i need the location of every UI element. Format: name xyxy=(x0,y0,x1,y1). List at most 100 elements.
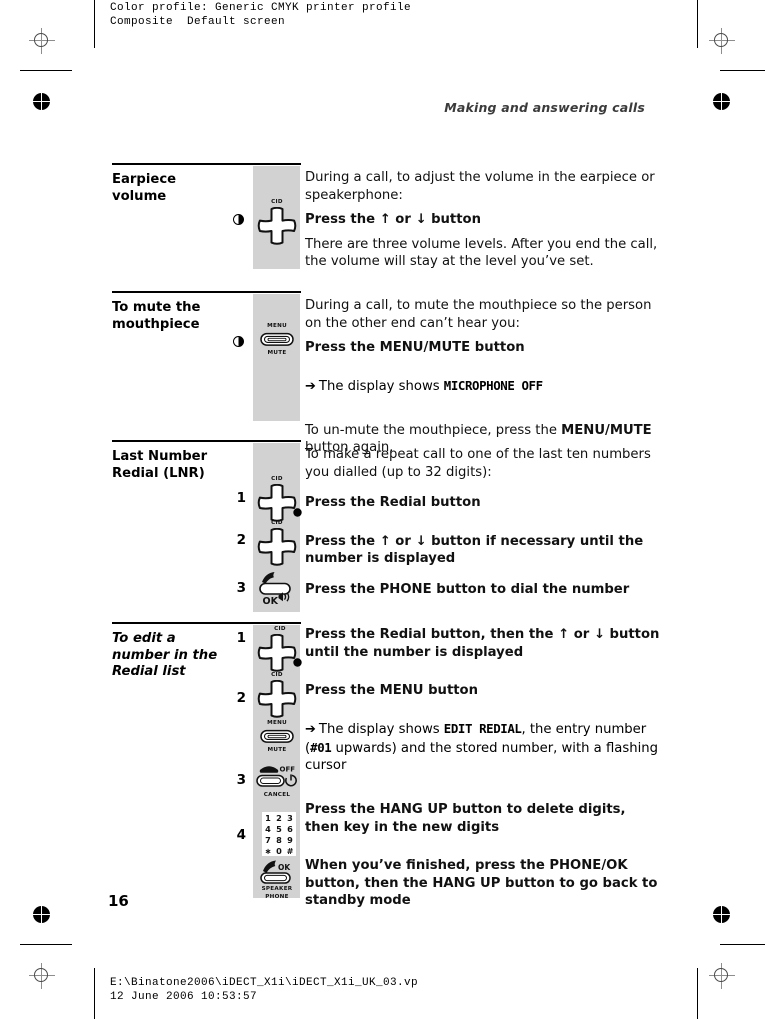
section-title: Earpiece volume xyxy=(112,172,177,204)
body-display-result: ➔ The display shows EDIT REDIAL, the entr… xyxy=(305,720,658,774)
nav-pad-cid-label: CID xyxy=(274,626,286,632)
trim-line-bottom-left xyxy=(20,944,72,946)
menu-mute-button-icon: MENU MUTE xyxy=(257,720,297,760)
key-name: MENU xyxy=(379,683,424,699)
body-intro: To make a repeat call to one of the last… xyxy=(305,447,651,480)
section-body: Press the Redial button, then the ↑ or ↓… xyxy=(305,626,664,910)
section-body: During a call, to adjust the volume in t… xyxy=(305,169,664,271)
section-edit-redial-number: To edit a number in the Redial list 1 2 … xyxy=(112,622,664,908)
step-number: 3 xyxy=(236,772,246,788)
step-number: 4 xyxy=(236,827,246,843)
step-number: 2 xyxy=(236,690,246,706)
body-instruction: Press the MENU/MUTE button xyxy=(305,340,525,356)
registration-mark-top-left xyxy=(29,28,55,54)
arrow-up-glyph: ↑ xyxy=(379,533,391,549)
arrow-up-glyph: ↑ xyxy=(558,627,570,642)
body-intro: During a call, to adjust the volume in t… xyxy=(305,170,655,203)
mute-label: MUTE xyxy=(267,350,287,356)
step-text: When you’ve finished, press the PHONE/OK… xyxy=(305,858,658,909)
key-name: HANG UP xyxy=(379,801,448,817)
svg-text:3: 3 xyxy=(287,813,293,823)
speaker-phone-button-icon: OK SPEAKER PHONE xyxy=(253,858,301,902)
svg-text:4: 4 xyxy=(265,824,271,834)
nav-pad-cid-label: CID xyxy=(271,520,283,526)
body-intro: During a call, to mute the mouthpiece so… xyxy=(305,298,652,331)
step-text: Press the Redial button, then the ↑ or ↓… xyxy=(305,627,660,660)
step-number: 2 xyxy=(236,532,246,548)
section-earpiece-volume: Earpiece volume CID During a call, to ad… xyxy=(112,163,664,269)
section-title: To mute the mouthpiece xyxy=(112,300,201,332)
arrow-right-icon: ➔ xyxy=(305,378,316,394)
step-number: 3 xyxy=(236,580,246,596)
svg-text:OK: OK xyxy=(278,863,291,872)
nav-pad-cid-label: CID xyxy=(271,199,283,205)
trim-line-left-bottom xyxy=(94,968,96,1019)
mute-label: MUTE xyxy=(267,747,287,753)
menu-label: MENU xyxy=(267,720,287,726)
arrow-down-glyph: ↓ xyxy=(415,533,427,549)
registration-dot-bottom-left xyxy=(33,906,50,923)
registration-mark-top-right xyxy=(709,28,735,54)
svg-text:OFF: OFF xyxy=(280,766,296,774)
body-note: There are three volume levels. After you… xyxy=(305,236,658,270)
nav-pad-cid-label: CID xyxy=(271,672,283,678)
svg-text:0: 0 xyxy=(276,846,282,856)
source-file-path-note: E:\Binatone2006\iDECT_X1i\iDECT_X1i_UK_0… xyxy=(110,977,419,1003)
numeric-keypad-icon: 123 456 789 ∗ 0 # xyxy=(262,812,296,856)
cancel-label: CANCEL xyxy=(263,792,291,798)
registration-dot-top-right xyxy=(713,93,730,110)
arrow-up-glyph: ↑ xyxy=(379,212,391,228)
svg-text:6: 6 xyxy=(287,824,293,834)
registration-dot-bottom-right xyxy=(713,906,730,923)
trim-line-bottom-right xyxy=(720,944,765,946)
arrow-right-icon: ➔ xyxy=(305,721,316,737)
section-mute-mouthpiece: To mute the mouthpiece MENU MUTE During … xyxy=(112,291,664,455)
svg-text:7: 7 xyxy=(265,835,271,845)
step-text: Press the MENU button xyxy=(305,683,479,699)
lcd-display-text: MICROPHONE OFF xyxy=(443,377,543,393)
speaker-label: SPEAKER xyxy=(261,886,293,892)
trim-line-top-left xyxy=(20,70,72,72)
half-filled-bullet-icon xyxy=(233,336,244,347)
body-display-result: ➔ The display shows MICROPHONE OFF xyxy=(305,377,543,394)
trim-line-top-right xyxy=(720,70,765,72)
svg-text:#: # xyxy=(287,846,294,856)
svg-text:8: 8 xyxy=(276,835,282,845)
key-name: PHONE xyxy=(379,581,432,597)
section-body: During a call, to mute the mouthpiece so… xyxy=(305,297,664,457)
lcd-entry-number: #01 xyxy=(310,739,332,755)
registration-mark-bottom-left xyxy=(29,963,55,989)
trim-line-right-top xyxy=(697,0,699,48)
arrow-down-glyph: ↓ xyxy=(593,627,605,642)
nav-pad-cid-icon: CID xyxy=(257,520,297,570)
key-name: Redial xyxy=(379,627,427,642)
running-head: Making and answering calls xyxy=(444,100,645,115)
step-text: Press the PHONE button to dial the numbe… xyxy=(305,581,630,597)
color-profile-note: Color profile: Generic CMYK printer prof… xyxy=(110,2,412,28)
menu-label: MENU xyxy=(267,323,287,329)
half-filled-bullet-icon xyxy=(233,214,244,225)
key-name: PHONE/OK xyxy=(549,858,628,874)
step-text: Press the ↑ or ↓ button if necessary unt… xyxy=(305,533,644,567)
redial-nav-pad-icon: CID xyxy=(257,626,303,676)
section-body: To make a repeat call to one of the last… xyxy=(305,446,664,599)
arrow-down-glyph: ↓ xyxy=(415,212,427,228)
registration-mark-bottom-right xyxy=(709,963,735,989)
step-number: 1 xyxy=(236,630,246,646)
section-title: Last Number Redial (LNR) xyxy=(112,449,208,481)
phone-label: PHONE xyxy=(265,894,289,900)
svg-text:2: 2 xyxy=(276,813,282,823)
hang-up-cancel-button-icon: OFF CANCEL xyxy=(253,762,301,806)
svg-text:5: 5 xyxy=(276,824,282,834)
nav-pad-cid-label: CID xyxy=(271,476,283,482)
body-instruction: Press the ↑ or ↓ button xyxy=(305,212,481,228)
step-text: Press the HANG UP button to delete digit… xyxy=(305,801,626,835)
step-text: Press the Redial button xyxy=(305,495,481,511)
trim-line-left-top xyxy=(94,0,96,48)
menu-mute-button-icon: MENU MUTE xyxy=(257,323,297,363)
redial-nav-pad-icon: CID xyxy=(257,476,302,526)
svg-text:OK: OK xyxy=(263,596,279,606)
trim-line-right-bottom xyxy=(697,968,699,1019)
nav-pad-cid-icon: CID xyxy=(257,199,297,249)
key-name: Redial xyxy=(379,495,427,511)
